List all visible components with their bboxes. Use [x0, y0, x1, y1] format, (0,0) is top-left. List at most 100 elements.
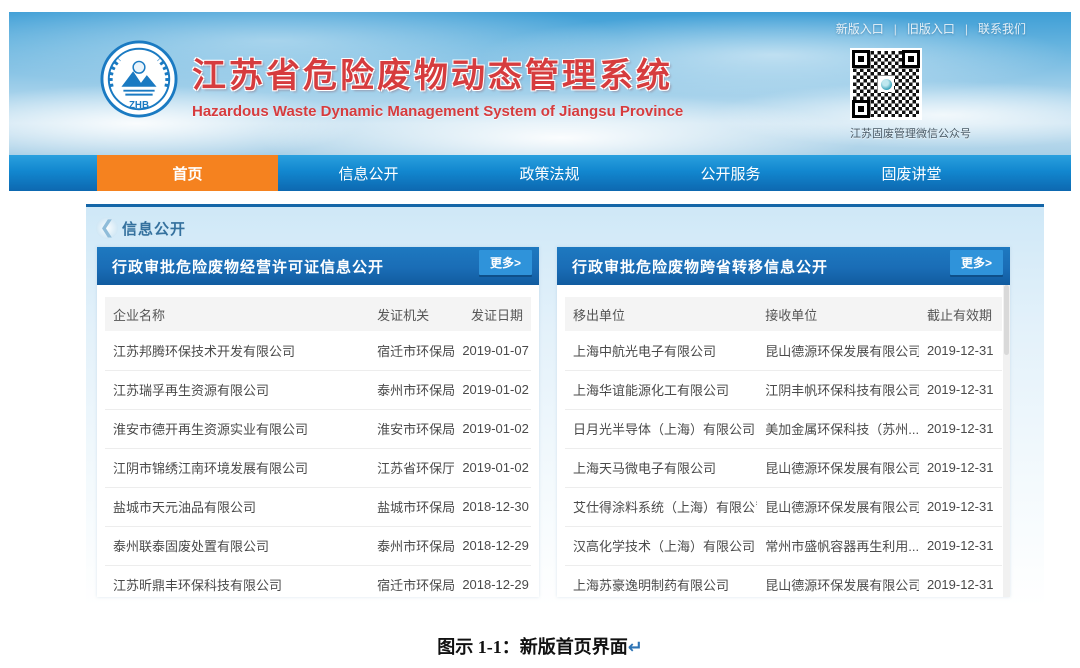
table-cell: 江苏邦腾环保技术开发有限公司 [105, 331, 369, 370]
link-separator: | [965, 22, 968, 36]
qr-finder-icon [902, 50, 920, 68]
qr-caption: 江苏固废管理微信公众号 [850, 125, 971, 141]
table-cell: 2018-12-29 [454, 526, 531, 565]
table-cell: 昆山德源环保发展有限公司 [757, 331, 919, 370]
table-cell: 盐城市环保局 [369, 487, 454, 526]
table-row[interactable]: 江苏瑞孚再生资源有限公司泰州市环保局2019-01-02 [105, 370, 531, 409]
main-nav: 首页 信息公开 政策法规 公开服务 固废讲堂 [9, 155, 1071, 191]
nav-tab-info-disclosure[interactable]: 信息公开 [278, 155, 459, 191]
qr-finder-icon [852, 100, 870, 118]
panels-row: 行政审批危险废物经营许可证信息公开 更多> 企业名称发证机关发证日期江苏邦腾环保… [97, 247, 1019, 597]
license-table-wrap: 企业名称发证机关发证日期江苏邦腾环保技术开发有限公司宿迁市环保局2019-01-… [97, 285, 539, 597]
panel-title: 行政审批危险废物经营许可证信息公开 [112, 256, 384, 277]
license-table: 企业名称发证机关发证日期江苏邦腾环保技术开发有限公司宿迁市环保局2019-01-… [105, 297, 531, 597]
column-header: 移出单位 [565, 297, 757, 331]
page: 新版入口 | 旧版入口 | 联系我们 ZHB 江苏省危险废物动态 [9, 12, 1071, 659]
table-cell: 盐城市天元油品有限公司 [105, 487, 369, 526]
column-header: 截止有效期 [919, 297, 1002, 331]
table-cell: 2019-01-07 [454, 331, 531, 370]
nav-tab-home[interactable]: 首页 [97, 155, 278, 191]
table-cell: 宿迁市环保局 [369, 565, 454, 597]
nav-tab-solid-waste-lectures[interactable]: 固废讲堂 [821, 155, 1002, 191]
table-cell: 江阴丰帆环保科技有限公司 [757, 370, 919, 409]
link-contact-us[interactable]: 联系我们 [978, 20, 1026, 37]
site-titles: 江苏省危险废物动态管理系统 Hazardous Waste Dynamic Ma… [192, 40, 683, 120]
content-section: ❮ 信息公开 行政审批危险废物经营许可证信息公开 更多> 企业名称发证机关发证日… [86, 204, 1044, 607]
license-panel-header: 行政审批危险废物经营许可证信息公开 更多> [97, 247, 539, 285]
site-banner: 新版入口 | 旧版入口 | 联系我们 ZHB 江苏省危险废物动态 [9, 12, 1071, 155]
brand: ZHB 江苏省危险废物动态管理系统 Hazardous Waste Dynami… [100, 40, 683, 120]
license-info-panel: 行政审批危险废物经营许可证信息公开 更多> 企业名称发证机关发证日期江苏邦腾环保… [97, 247, 539, 597]
table-row[interactable]: 上海中航光电子有限公司昆山德源环保发展有限公司2019-12-31 [565, 331, 1002, 370]
table-cell: 2019-01-02 [454, 448, 531, 487]
table-cell: 上海天马微电子有限公司 [565, 448, 757, 487]
table-cell: 泰州联泰固废处置有限公司 [105, 526, 369, 565]
table-cell: 2019-12-31 [919, 409, 1002, 448]
table-cell: 江阴市锦绣江南环境发展有限公司 [105, 448, 369, 487]
table-row[interactable]: 江阴市锦绣江南环境发展有限公司江苏省环保厅2019-01-02 [105, 448, 531, 487]
link-separator: | [894, 22, 897, 36]
table-cell: 2019-12-31 [919, 370, 1002, 409]
table-cell: 江苏昕鼎丰环保科技有限公司 [105, 565, 369, 597]
table-cell: 日月光半导体（上海）有限公司 [565, 409, 757, 448]
table-cell: 2018-12-29 [454, 565, 531, 597]
figure-caption: 图示 1-1：新版首页界面↵ [9, 633, 1071, 659]
caption-text: 图示 1-1：新版首页界面 [437, 637, 628, 657]
table-row[interactable]: 淮安市德开再生资源实业有限公司淮安市环保局2019-01-02 [105, 409, 531, 448]
wechat-qr-block: 江苏固废管理微信公众号 [850, 48, 971, 141]
wechat-qr-code [850, 48, 922, 120]
table-cell: 2019-12-31 [919, 565, 1002, 597]
table-row[interactable]: 上海华谊能源化工有限公司江阴丰帆环保科技有限公司2019-12-31 [565, 370, 1002, 409]
table-cell: 昆山德源环保发展有限公司 [757, 487, 919, 526]
more-button[interactable]: 更多> [950, 250, 1003, 275]
nav-tab-public-services[interactable]: 公开服务 [640, 155, 821, 191]
table-cell: 2019-01-02 [454, 409, 531, 448]
table-row[interactable]: 江苏邦腾环保技术开发有限公司宿迁市环保局2019-01-07 [105, 331, 531, 370]
more-button[interactable]: 更多> [479, 250, 532, 275]
transfer-table-wrap: 移出单位接收单位截止有效期上海中航光电子有限公司昆山德源环保发展有限公司2019… [557, 285, 1010, 597]
column-header: 企业名称 [105, 297, 369, 331]
table-row[interactable]: 艾仕得涂料系统（上海）有限公司昆山德源环保发展有限公司2019-12-31 [565, 487, 1002, 526]
column-header: 发证日期 [454, 297, 531, 331]
table-cell: 淮安市环保局 [369, 409, 454, 448]
table-row[interactable]: 日月光半导体（上海）有限公司美加金属环保科技（苏州...2019-12-31 [565, 409, 1002, 448]
table-cell: 泰州市环保局 [369, 526, 454, 565]
table-cell: 美加金属环保科技（苏州... [757, 409, 919, 448]
transfer-info-panel: 行政审批危险废物跨省转移信息公开 更多> 移出单位接收单位截止有效期上海中航光电… [557, 247, 1010, 597]
breadcrumb: ❮ 信息公开 [86, 213, 1044, 243]
table-cell: 泰州市环保局 [369, 370, 454, 409]
table-cell: 2019-12-31 [919, 487, 1002, 526]
link-new-entrance[interactable]: 新版入口 [836, 20, 884, 37]
table-row[interactable]: 上海天马微电子有限公司昆山德源环保发展有限公司2019-12-31 [565, 448, 1002, 487]
table-cell: 常州市盛帆容器再生利用... [757, 526, 919, 565]
transfer-table: 移出单位接收单位截止有效期上海中航光电子有限公司昆山德源环保发展有限公司2019… [565, 297, 1002, 597]
qr-logo-icon [878, 76, 894, 92]
chevron-left-icon: ❮ [96, 217, 118, 239]
link-old-entrance[interactable]: 旧版入口 [907, 20, 955, 37]
table-row[interactable]: 江苏昕鼎丰环保科技有限公司宿迁市环保局2018-12-29 [105, 565, 531, 597]
table-cell: 上海中航光电子有限公司 [565, 331, 757, 370]
table-cell: 2018-12-30 [454, 487, 531, 526]
table-cell: 2019-01-02 [454, 370, 531, 409]
scrollbar-thumb[interactable] [1004, 285, 1009, 355]
table-row[interactable]: 泰州联泰固废处置有限公司泰州市环保局2018-12-29 [105, 526, 531, 565]
nav-tab-policies[interactable]: 政策法规 [459, 155, 640, 191]
table-cell: 淮安市德开再生资源实业有限公司 [105, 409, 369, 448]
table-cell: 汉高化学技术（上海）有限公司 [565, 526, 757, 565]
table-row[interactable]: 盐城市天元油品有限公司盐城市环保局2018-12-30 [105, 487, 531, 526]
table-cell: 艾仕得涂料系统（上海）有限公司 [565, 487, 757, 526]
paragraph-mark-icon: ↵ [628, 637, 643, 658]
table-cell: 江苏瑞孚再生资源有限公司 [105, 370, 369, 409]
table-cell: 宿迁市环保局 [369, 331, 454, 370]
table-cell: 2019-12-31 [919, 526, 1002, 565]
transfer-panel-header: 行政审批危险废物跨省转移信息公开 更多> [557, 247, 1010, 285]
top-links: 新版入口 | 旧版入口 | 联系我们 [836, 20, 1026, 37]
table-row[interactable]: 上海苏豪逸明制药有限公司昆山德源环保发展有限公司2019-12-31 [565, 565, 1002, 597]
site-subtitle: Hazardous Waste Dynamic Management Syste… [192, 103, 683, 120]
zhb-environment-logo-icon: ZHB [100, 40, 178, 118]
panel-title: 行政审批危险废物跨省转移信息公开 [572, 256, 828, 277]
table-cell: 上海苏豪逸明制药有限公司 [565, 565, 757, 597]
table-row[interactable]: 汉高化学技术（上海）有限公司常州市盛帆容器再生利用...2019-12-31 [565, 526, 1002, 565]
table-cell: 昆山德源环保发展有限公司 [757, 565, 919, 597]
scrollbar[interactable] [1003, 285, 1010, 597]
